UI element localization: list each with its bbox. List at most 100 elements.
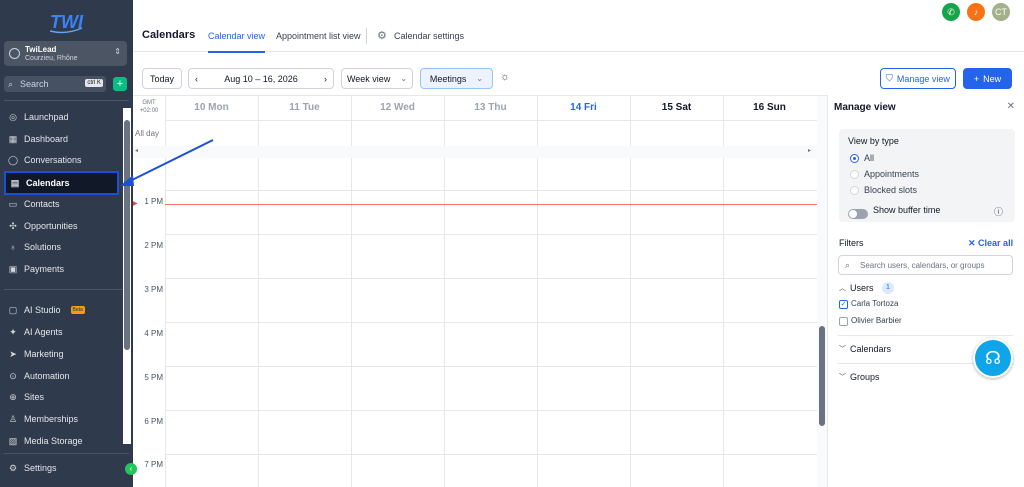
sidebar-item-launchpad[interactable]: ◎ Launchpad [4, 108, 128, 126]
account-switcher[interactable]: TwiLead Courzieu, Rhône ⇕ [4, 41, 127, 66]
sidebar-item-ai-studio[interactable]: ▢ AI Studio Beta [4, 301, 128, 319]
sidebar-item-contacts[interactable]: ▭ Contacts [4, 195, 128, 213]
sidebar-item-sites[interactable]: ⊕ Sites [4, 388, 128, 406]
sidebar-item-label: Dashboard [24, 134, 69, 144]
bell-icon[interactable]: ♪ [967, 3, 985, 21]
calendar-icon: ▤ [10, 177, 20, 188]
sidebar-item-dashboard[interactable]: ▦ Dashboard [4, 130, 128, 148]
manage-view-button[interactable]: ⛉ Manage view [880, 68, 956, 89]
sidebar-item-label: Conversations [24, 155, 82, 165]
image-icon: ▨ [8, 435, 18, 446]
chevron-right-icon[interactable]: › [324, 74, 327, 84]
automation-icon: ⊙ [9, 370, 17, 381]
chevron-up-icon[interactable]: ︿ [839, 283, 846, 293]
time-label: 6 PM [144, 417, 163, 426]
sidebar-scrollbar[interactable] [123, 108, 131, 444]
sidebar-item-conversations[interactable]: ◯ Conversations [4, 151, 128, 169]
new-button[interactable]: + New [963, 68, 1012, 89]
time-label: 4 PM [144, 329, 163, 338]
tab-appointment-list-view[interactable]: Appointment list view [276, 31, 361, 41]
phone-icon[interactable]: ✆ [942, 3, 960, 21]
sidebar-search[interactable]: ⌕ Search ctrl K [4, 76, 106, 92]
lightbulb-icon[interactable]: ☼ [500, 71, 510, 83]
manage-view-panel: Manage view ✕ View by type All Appointme… [827, 95, 1021, 487]
sidebar-item-payments[interactable]: ▣ Payments [4, 260, 128, 278]
sidebar-item-opportunities[interactable]: ✣ Opportunities [4, 217, 128, 235]
buffer-time-toggle[interactable] [848, 209, 868, 219]
sidebar-item-ai-agents[interactable]: ✦ AI Agents [4, 323, 128, 341]
sidebar-item-automation[interactable]: ⊙ Automation [4, 367, 128, 385]
radio-label: Blocked slots [864, 185, 918, 195]
grid-line [165, 190, 817, 191]
new-button-label: New [983, 73, 1002, 84]
timezone-label: GMT +02:00 [133, 99, 165, 115]
sidebar-item-media-storage[interactable]: ▨ Media Storage [4, 432, 128, 450]
users-label[interactable]: Users [850, 283, 874, 293]
user-checkbox[interactable]: ✓ [839, 300, 848, 309]
chevron-down-icon: ⌄ [476, 74, 484, 83]
sidebar-item-memberships[interactable]: ♙ Memberships [4, 410, 128, 428]
radio-appointments[interactable] [850, 170, 859, 179]
sidebar-item-label: AI Agents [24, 327, 63, 337]
gear-icon[interactable]: ⚙ [377, 29, 387, 42]
calendar-filter-select[interactable]: Meetings ⌄ [420, 68, 493, 89]
chevron-down-icon[interactable]: ﹀ [839, 344, 846, 354]
radio-all[interactable] [850, 154, 859, 163]
opportunities-icon: ✣ [9, 220, 17, 231]
groups-section[interactable]: Groups [850, 372, 880, 382]
user-label: Olivier Barbier [851, 316, 902, 325]
scrollbar-thumb[interactable] [124, 120, 130, 350]
twilead-logo[interactable]: TWI [48, 8, 84, 36]
day-header-today[interactable]: 14 Fri [537, 102, 630, 113]
scrollbar-thumb[interactable] [819, 326, 825, 426]
day-header[interactable]: 12 Wed [351, 102, 444, 113]
date-range-picker[interactable]: ‹ Aug 10 – 16, 2026 › [188, 68, 334, 89]
grid-line [165, 120, 817, 121]
calendar-filter-label: Meetings [429, 73, 467, 84]
sidebar: TWI TwiLead Courzieu, Rhône ⇕ ⌕ Search c… [0, 0, 133, 487]
all-day-scrollbar[interactable]: ◂ ▸ [133, 146, 817, 158]
today-button[interactable]: Today [142, 68, 182, 89]
clear-all-link[interactable]: ✕ Clear all [968, 238, 1013, 249]
filter-search-input[interactable]: ⌕ Search users, calendars, or groups [838, 255, 1013, 275]
view-by-type-box: View by type All Appointments Blocked sl… [839, 129, 1015, 222]
search-icon: ⌕ [845, 260, 851, 270]
tab-calendar-settings[interactable]: Calendar settings [394, 31, 464, 41]
user-checkbox[interactable] [839, 317, 848, 326]
chevron-left-icon[interactable]: ‹ [195, 74, 198, 84]
account-name: TwiLead [25, 45, 57, 54]
tab-calendar-view[interactable]: Calendar view [208, 31, 266, 53]
close-icon[interactable]: ✕ [1007, 101, 1015, 112]
view-by-type-label: View by type [848, 136, 899, 146]
manage-view-label: Manage view [896, 73, 950, 84]
plus-icon: + [973, 73, 980, 84]
radio-blocked-slots[interactable] [850, 186, 859, 195]
quick-action-bolt-icon[interactable]: + [113, 77, 127, 91]
calendars-section[interactable]: Calendars [850, 344, 891, 354]
sidebar-item-calendars[interactable]: ▤ Calendars [4, 171, 119, 195]
scroll-left-icon[interactable]: ◂ [135, 147, 138, 154]
day-header[interactable]: 13 Thu [444, 102, 537, 113]
grid-line [165, 322, 817, 323]
collapse-sidebar-button[interactable]: ‹ [125, 463, 137, 475]
day-header[interactable]: 10 Mon [165, 102, 258, 113]
day-header[interactable]: 16 Sun [723, 102, 816, 113]
day-header[interactable]: 11 Tue [258, 102, 351, 113]
all-day-label: All day [135, 129, 160, 138]
day-header[interactable]: 15 Sat [630, 102, 723, 113]
user-avatar[interactable]: CT [992, 3, 1010, 21]
sidebar-item-settings[interactable]: ⚙ Settings [4, 459, 128, 477]
chevron-down-icon[interactable]: ﹀ [839, 372, 846, 382]
info-icon[interactable]: ⓘ [994, 205, 1003, 218]
support-headset-icon[interactable]: ☊ [973, 338, 1013, 378]
search-shortcut: ctrl K [85, 79, 103, 87]
view-select[interactable]: Week view ⌄ [341, 68, 413, 89]
radio-label: Appointments [864, 169, 920, 179]
calendar-scrollbar[interactable] [817, 96, 827, 487]
sidebar-item-label: Media Storage [24, 436, 83, 446]
sidebar-item-solutions[interactable]: ♁ Solutions [4, 238, 128, 256]
sidebar-item-label: Calendars [26, 178, 70, 188]
sidebar-item-marketing[interactable]: ➤ Marketing [4, 345, 128, 363]
grid-line [165, 234, 817, 235]
scroll-right-icon[interactable]: ▸ [808, 147, 811, 154]
